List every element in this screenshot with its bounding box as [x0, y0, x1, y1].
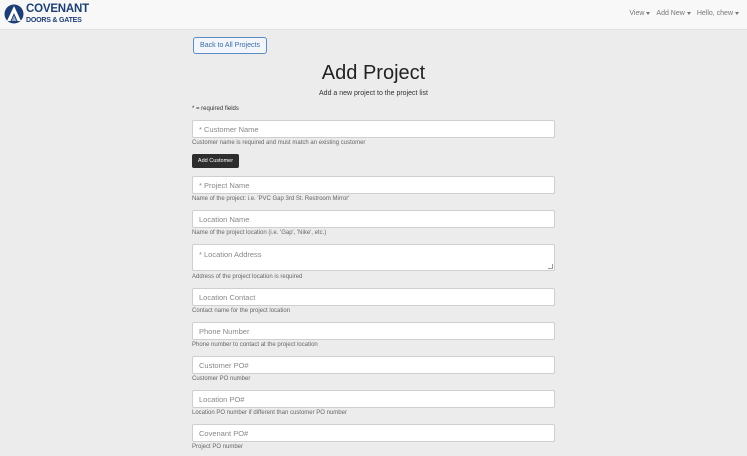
required-fields-note: * = required fields: [192, 106, 239, 112]
caret-down-icon: [686, 12, 691, 15]
covenant-po-input[interactable]: Covenant PO#: [192, 424, 555, 442]
brand-logo[interactable]: COVENANT DOORS & GATES: [4, 3, 89, 25]
location-po-input[interactable]: Location PO#: [192, 390, 555, 408]
location-address-help: Address of the project location is requi…: [192, 274, 303, 280]
resize-handle-icon[interactable]: [548, 264, 553, 269]
nav-add-new-label: Add New: [656, 10, 685, 17]
add-customer-button[interactable]: Add Customer: [192, 154, 239, 168]
nav-add-new-dropdown[interactable]: Add New: [656, 10, 691, 17]
project-name-help: Name of the project: i.e. 'PVC Gap 3rd S…: [192, 196, 350, 202]
customer-po-help: Customer PO number: [192, 376, 251, 382]
nav-user-label: Hello, chew: [696, 10, 733, 17]
logo-icon: [4, 4, 24, 24]
location-po-help: Location PO number if different than cus…: [192, 410, 347, 416]
location-name-help: Name of the project location (i.e. 'Gap'…: [192, 230, 327, 236]
nav-user-dropdown[interactable]: Hello, chew: [697, 10, 739, 17]
top-navbar: COVENANT DOORS & GATES View Add New Hell…: [0, 0, 747, 30]
location-name-input[interactable]: Location Name: [192, 210, 555, 228]
nav-view-label: View: [629, 10, 645, 17]
brand-name: COVENANT: [26, 3, 89, 16]
phone-number-help: Phone number to contact at the project l…: [192, 342, 318, 348]
caret-down-icon: [735, 12, 739, 15]
location-address-placeholder: * Location Address: [199, 250, 262, 259]
location-address-textarea[interactable]: * Location Address: [192, 244, 555, 271]
nav-view-dropdown[interactable]: View: [629, 10, 651, 17]
page-title: Add Project: [321, 62, 426, 84]
page-subtitle: Add a new project to the project list: [319, 90, 428, 97]
phone-number-input[interactable]: Phone Number: [192, 322, 555, 340]
customer-name-help: Customer name is required and must match…: [192, 140, 366, 146]
covenant-po-help: Project PO number: [192, 444, 244, 450]
back-to-projects-button[interactable]: Back to All Projects: [193, 37, 267, 54]
location-contact-help: Contact name for the project location: [192, 308, 291, 314]
brand-wordmark: COVENANT DOORS & GATES: [26, 4, 89, 24]
nav-menu: View Add New Hello, chew: [629, 10, 739, 17]
brand-tagline: DOORS & GATES: [26, 16, 82, 24]
customer-name-input[interactable]: * Customer Name: [192, 120, 555, 138]
location-contact-input[interactable]: Location Contact: [192, 288, 555, 306]
project-name-input[interactable]: * Project Name: [192, 176, 555, 194]
customer-po-input[interactable]: Customer PO#: [192, 356, 555, 374]
caret-down-icon: [646, 12, 651, 15]
